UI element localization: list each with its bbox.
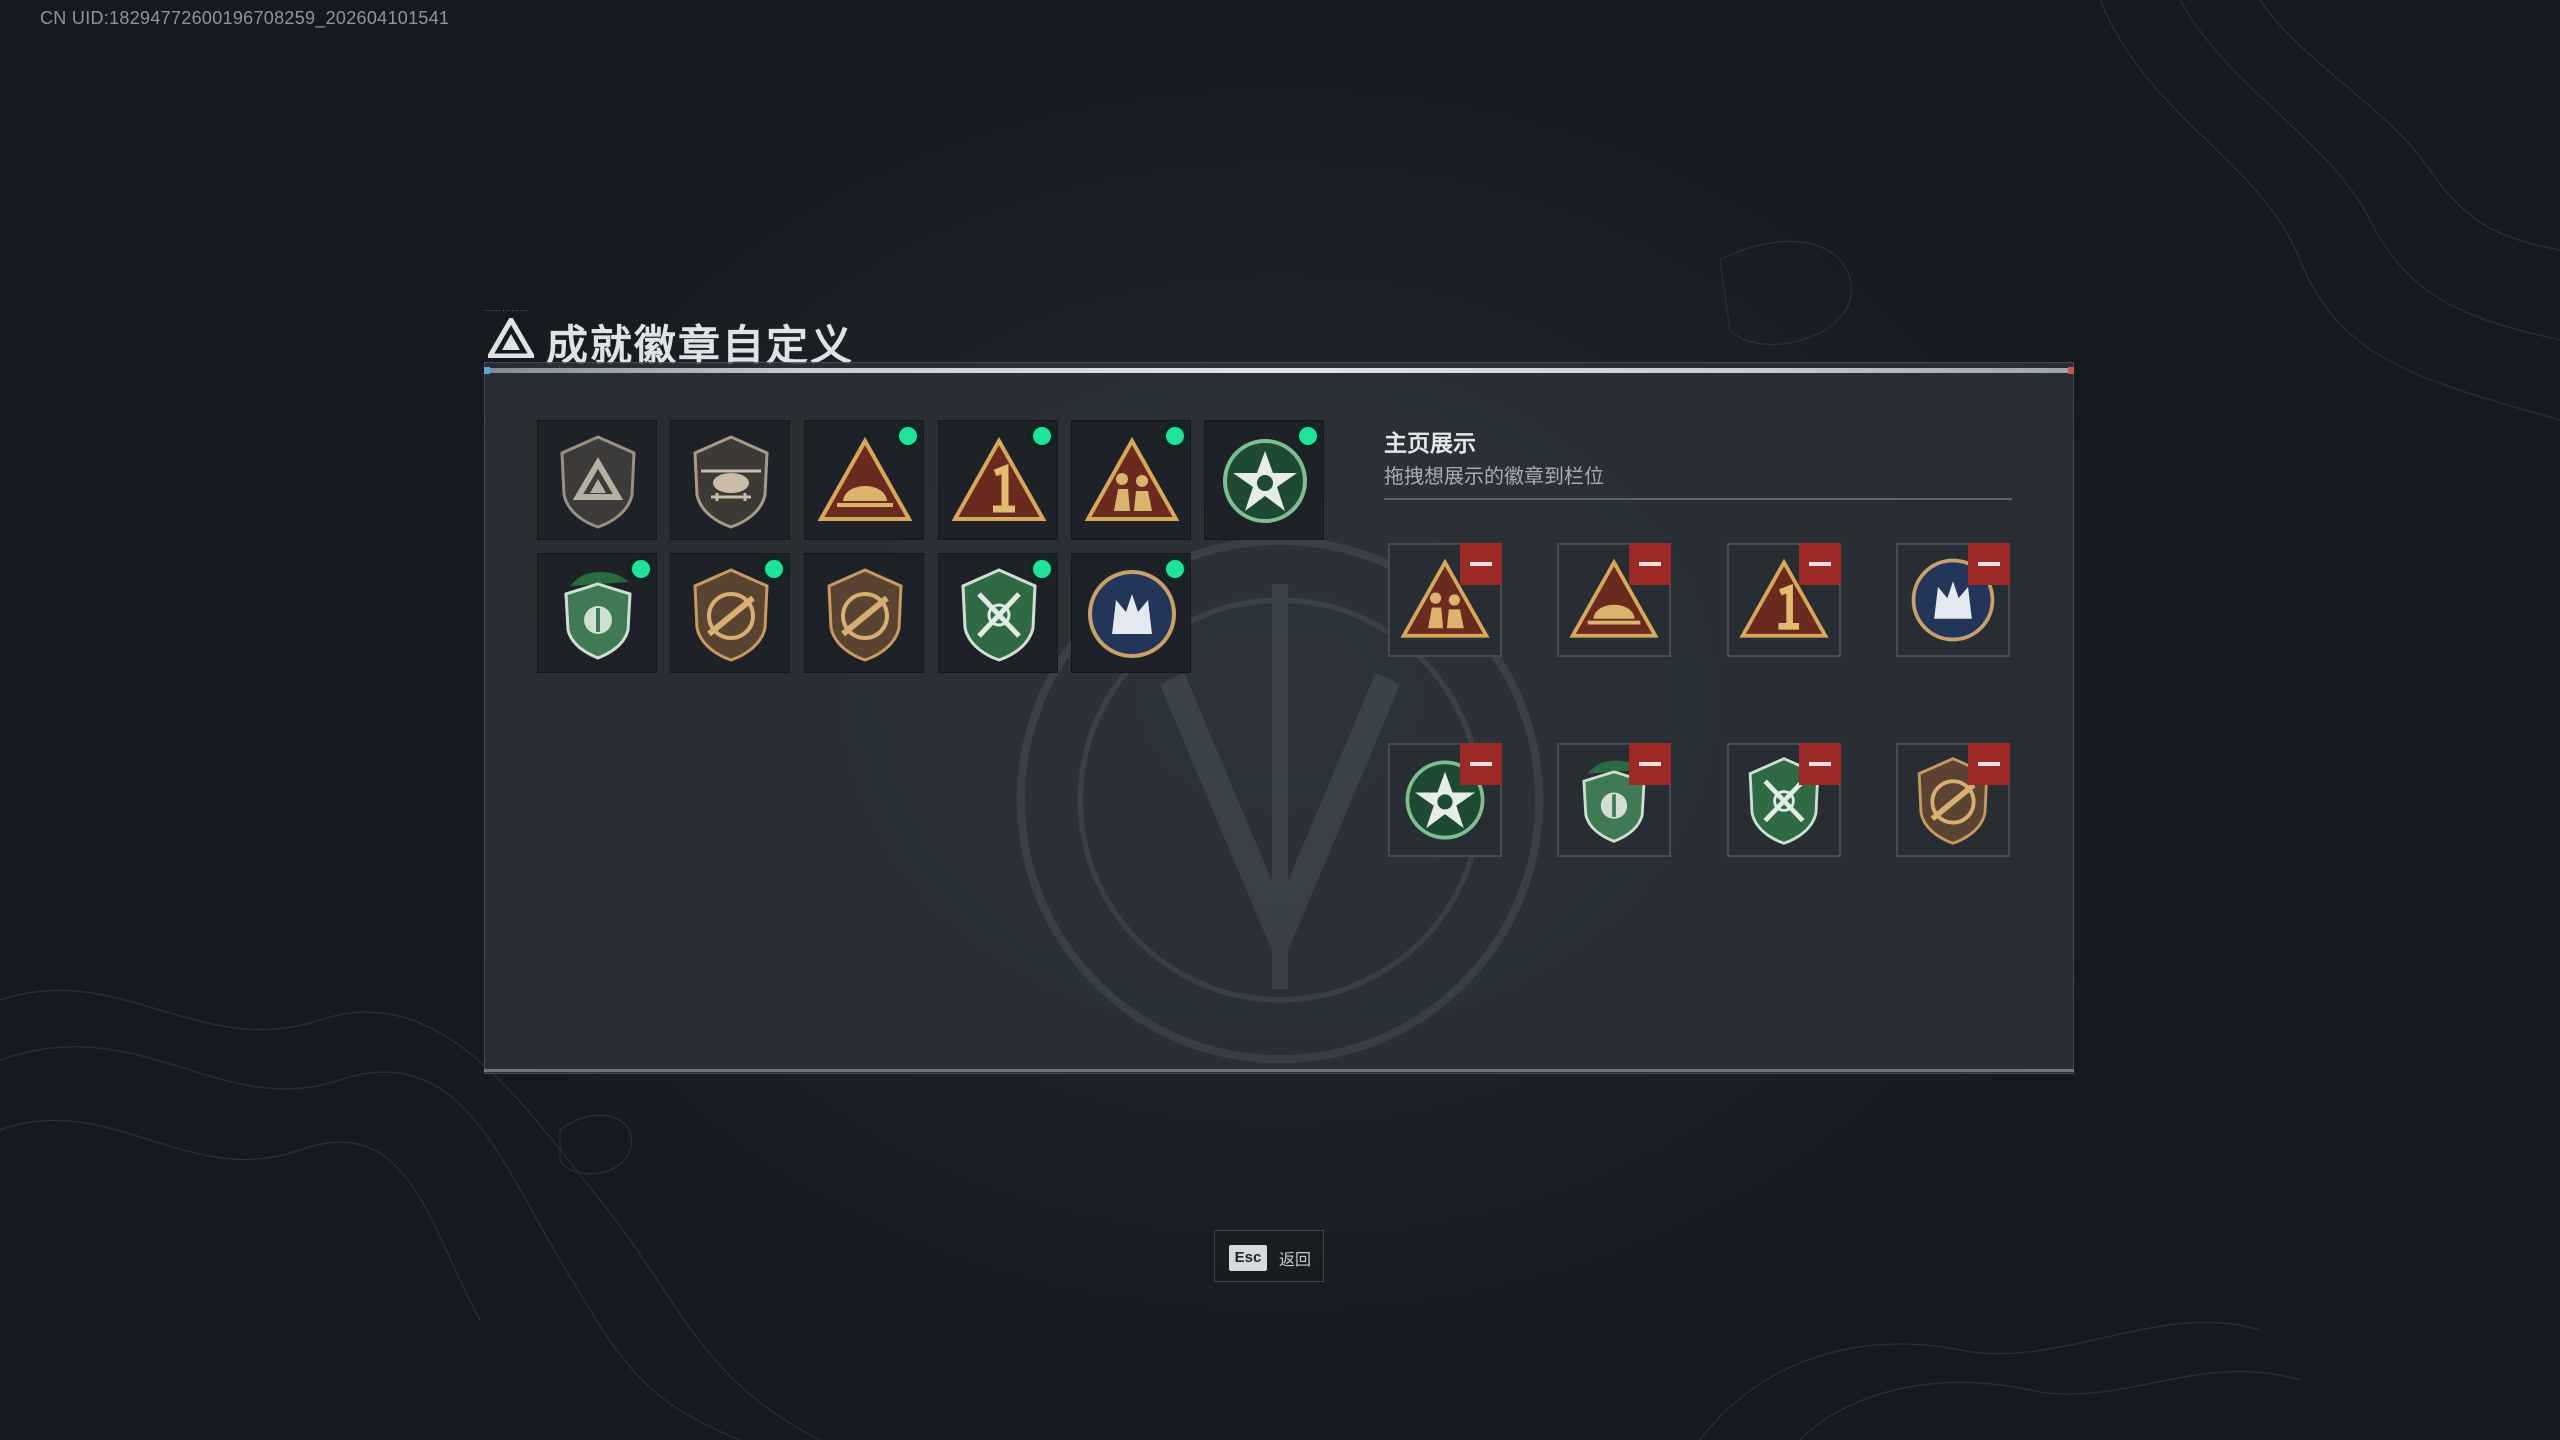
showcase-slot[interactable] [1388, 743, 1502, 857]
inventory-slot[interactable] [537, 553, 657, 673]
blue-wolf-circle-badge-icon [1088, 570, 1176, 658]
panel-top-border [484, 367, 2074, 374]
back-label: 返回 [1279, 1250, 1312, 1269]
remove-badge-button[interactable] [1460, 743, 1502, 785]
showcase-heading: 主页展示 [1384, 431, 1476, 457]
remove-badge-button[interactable] [1629, 743, 1671, 785]
inventory-slot[interactable] [1071, 420, 1191, 540]
delta-logo-icon [488, 318, 534, 358]
showcase-slot[interactable] [1896, 543, 2010, 657]
bronze-rifle-shield-badge-icon [827, 568, 903, 662]
showcase-subtitle: 拖拽想展示的徽章到栏位 [1384, 464, 1604, 488]
new-indicator-dot [632, 560, 650, 578]
green-star-wreath-badge-icon [1223, 439, 1307, 523]
new-indicator-dot [899, 427, 917, 445]
showcase-slot[interactable] [1557, 543, 1671, 657]
new-indicator-dot [1299, 427, 1317, 445]
green-shield-crossed-arrows-badge-icon [961, 568, 1037, 662]
gold-triangle-soldiers-badge-icon [1084, 436, 1180, 521]
remove-badge-button[interactable] [1799, 543, 1841, 585]
gold-triangle-number-one-badge-icon [951, 436, 1047, 521]
new-indicator-dot [1033, 560, 1051, 578]
remove-badge-button[interactable] [1629, 543, 1671, 585]
remove-badge-button[interactable] [1460, 543, 1502, 585]
showcase-slot[interactable] [1896, 743, 2010, 857]
showcase-slot[interactable] [1727, 543, 1841, 657]
header-decoration: ⋯⋯⋯⋯⋯ [484, 306, 529, 315]
inventory-slot[interactable] [938, 553, 1058, 673]
new-indicator-dot [765, 560, 783, 578]
inventory-slot[interactable] [804, 420, 924, 540]
remove-badge-button[interactable] [1968, 743, 2010, 785]
inventory-slot[interactable] [1204, 420, 1324, 540]
inventory-slot[interactable] [1071, 553, 1191, 673]
uid-label: CN UID:18294772600196708259_202604101541 [40, 8, 450, 28]
inventory-slot[interactable] [938, 420, 1058, 540]
esc-key-icon: Esc [1229, 1245, 1267, 1271]
showcase-divider [1384, 498, 2012, 500]
inventory-slot[interactable] [804, 553, 924, 673]
new-indicator-dot [1166, 560, 1184, 578]
showcase-slot[interactable] [1557, 743, 1671, 857]
inventory-slot[interactable] [670, 553, 790, 673]
bronze-rifle-shield-badge-icon [693, 568, 769, 662]
inventory-slot[interactable] [670, 420, 790, 540]
page-header: ⋯⋯⋯⋯⋯ 成就徽章自定义 [484, 300, 1484, 370]
green-beret-shield-badge-icon [564, 571, 632, 660]
gold-triangle-helmet-badge-icon [817, 436, 913, 521]
remove-badge-button[interactable] [1799, 743, 1841, 785]
new-indicator-dot [1033, 427, 1051, 445]
back-button[interactable]: Esc 返回 [1214, 1230, 1324, 1282]
showcase-slot[interactable] [1727, 743, 1841, 857]
new-indicator-dot [1166, 427, 1184, 445]
showcase-slot[interactable] [1388, 543, 1502, 657]
gray-triangle-shield-badge-icon [560, 435, 636, 529]
remove-badge-button[interactable] [1968, 543, 2010, 585]
inventory-slot[interactable] [537, 420, 657, 540]
helicopter-shield-badge-icon [693, 435, 769, 529]
